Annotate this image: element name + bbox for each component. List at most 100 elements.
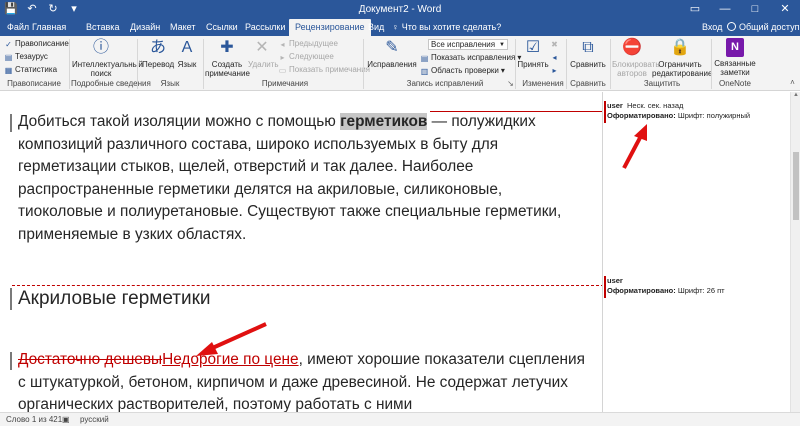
balloon-detail: Шрифт: 26 пт xyxy=(677,286,725,295)
show-markup-button[interactable]: ▤ Показать исправления ▾ xyxy=(420,53,522,63)
ribbon-separator xyxy=(69,39,70,89)
previous-change-button[interactable]: ◂ xyxy=(550,53,559,62)
show-comments-button[interactable]: ▭ Показать примечания xyxy=(278,65,370,75)
word-count-status[interactable]: Слово 1 из 421 xyxy=(6,413,62,426)
paragraph-1-start: Добиться такой изоляции можно с помощью xyxy=(18,113,341,130)
tab-file[interactable]: Файл xyxy=(7,19,29,36)
reject-button[interactable]: ✖ xyxy=(550,40,559,49)
balloon-connector xyxy=(12,285,604,286)
ribbon-display-options-icon[interactable]: ▭ xyxy=(680,0,710,19)
language-status[interactable]: русский xyxy=(80,413,109,426)
group-label-proofing: Правописание xyxy=(7,79,61,88)
change-bar xyxy=(10,114,12,132)
revision-balloon[interactable]: user Оформатировано: Шрифт: 26 пт xyxy=(604,276,788,298)
track-changes-label: Исправления xyxy=(367,60,417,69)
revision-balloon[interactable]: user Неск. сек. назад Оформатировано: Шр… xyxy=(604,101,788,123)
language-button[interactable]: A Язык xyxy=(174,38,200,69)
next-comment-button[interactable]: ▸ Следующее xyxy=(278,52,333,62)
collapse-ribbon-icon[interactable]: ˄ xyxy=(788,78,797,87)
tab-review[interactable]: Рецензирование xyxy=(289,19,371,36)
group-label-onenote: OneNote xyxy=(718,79,752,88)
show-markup-icon: ▤ xyxy=(420,53,429,63)
balloon-connector xyxy=(430,111,604,112)
tell-me-box[interactable]: ♀ Что вы хотите сделать? xyxy=(392,19,501,36)
tab-design[interactable]: Дизайн xyxy=(130,19,160,36)
ribbon-separator xyxy=(203,39,204,89)
translate-button[interactable]: あ Перевод xyxy=(142,38,174,69)
sign-in-link[interactable]: Вход xyxy=(702,19,722,36)
change-bar xyxy=(10,288,12,310)
tab-home[interactable]: Главная xyxy=(32,19,66,36)
section-heading[interactable]: Акриловые герметики xyxy=(18,287,211,311)
tab-mailings[interactable]: Рассылки xyxy=(245,19,285,36)
lightbulb-icon: ♀ xyxy=(392,22,399,32)
ribbon-separator xyxy=(137,39,138,89)
minimize-button[interactable]: — xyxy=(710,0,740,19)
previous-change-icon: ◂ xyxy=(552,53,557,62)
new-comment-icon: ✚ xyxy=(220,39,234,56)
markup-select-value: Все исправления xyxy=(431,40,496,49)
spelling-button[interactable]: ✓ Правописание xyxy=(4,39,69,49)
highlighted-word: герметиков xyxy=(340,113,428,130)
translate-label: Перевод xyxy=(142,60,175,69)
balloon-time: Неск. сек. назад xyxy=(627,101,684,110)
delete-comment-icon: ✕ xyxy=(255,39,269,56)
reviewing-pane-button[interactable]: ▥ Область проверки ▾ xyxy=(420,66,505,76)
group-label-tracking: Запись исправлений xyxy=(406,79,484,88)
annotation-arrow xyxy=(622,124,647,169)
person-icon xyxy=(727,22,736,31)
annotation-arrow xyxy=(196,322,267,356)
change-bar xyxy=(10,352,12,370)
block-authors-button[interactable]: ⛔ Блокировать авторов xyxy=(612,38,660,78)
tab-view[interactable]: Вид xyxy=(368,19,384,36)
close-button[interactable]: ✕ xyxy=(770,0,800,19)
group-label-compare: Сравнить xyxy=(570,79,606,88)
new-comment-button[interactable]: ✚ Создать примечание xyxy=(205,38,250,78)
group-label-comments: Примечания xyxy=(261,79,309,88)
language-label: Язык xyxy=(177,60,197,69)
restore-button[interactable]: □ xyxy=(740,0,770,19)
onenote-icon: N xyxy=(726,38,744,57)
markup-select[interactable]: Все исправления ▼ xyxy=(428,39,508,50)
thesaurus-button[interactable]: ▤ Тезаурус xyxy=(4,52,48,62)
word-count-button[interactable]: ▦ Статистика xyxy=(4,65,57,75)
previous-comment-button[interactable]: ◂ Предыдущее xyxy=(278,39,338,49)
next-change-icon: ▸ xyxy=(552,66,557,75)
next-change-button[interactable]: ▸ xyxy=(550,66,559,75)
title-bar: 💾 ↶ ↻ ▾ Документ2 - Word ▭ — □ ✕ xyxy=(0,0,800,19)
paragraph-2[interactable]: Достаточно дешевыНедорогие по цене, имею… xyxy=(18,349,588,412)
restrict-editing-button[interactable]: 🔒 Ограничить редактирование xyxy=(652,38,712,78)
scroll-up-icon[interactable]: ▲ xyxy=(793,92,799,98)
chevron-down-icon: ▾ xyxy=(500,66,505,75)
accept-button[interactable]: ☑ Принять xyxy=(516,38,550,69)
accept-label: Принять xyxy=(517,60,549,69)
tell-me-text: Что вы хотите сделать? xyxy=(401,22,502,32)
tab-references[interactable]: Ссылки xyxy=(206,19,238,36)
delete-comment-button[interactable]: ✕ Удалить xyxy=(248,38,279,69)
proofing-status-icon[interactable]: ▣ xyxy=(62,413,70,426)
compare-icon: ⧉ xyxy=(582,39,594,56)
scroll-thumb[interactable] xyxy=(793,152,799,220)
track-changes-button[interactable]: ✎ Исправления xyxy=(366,38,418,69)
group-label-changes: Изменения xyxy=(522,79,564,88)
block-authors-icon: ⛔ xyxy=(622,39,642,56)
deleted-text: Достаточно дешевы xyxy=(18,351,163,368)
smart-lookup-button[interactable]: ⓘ Интеллектуальный поиск xyxy=(72,38,143,78)
thesaurus-icon: ▤ xyxy=(4,52,13,62)
ribbon: ✓ Правописание ▤ Тезаурус ▦ Статистика Прав… xyxy=(0,36,800,91)
paragraph-1[interactable]: Добиться такой изоляции можно с помощью … xyxy=(18,111,588,246)
word-count-label: Статистика xyxy=(15,65,58,74)
previous-comment-label: Предыдущее xyxy=(289,39,338,48)
dialog-launcher-icon[interactable]: ↘ xyxy=(506,79,515,88)
vertical-scrollbar[interactable]: ▲ xyxy=(790,92,800,412)
linked-notes-button[interactable]: N Связанные заметки xyxy=(714,38,756,77)
balloon-action: Оформатировано: xyxy=(607,111,676,120)
tab-layout[interactable]: Макет xyxy=(170,19,195,36)
compare-button[interactable]: ⧉ Сравнить xyxy=(568,38,608,69)
document-area[interactable]: Добиться такой изоляции можно с помощью … xyxy=(0,92,790,412)
translate-icon: あ xyxy=(149,39,166,56)
ribbon-separator xyxy=(363,39,364,89)
share-button[interactable]: Общий доступ xyxy=(727,19,799,36)
tab-insert[interactable]: Вставка xyxy=(86,19,119,36)
balloon-action: Оформатировано: xyxy=(607,286,676,295)
